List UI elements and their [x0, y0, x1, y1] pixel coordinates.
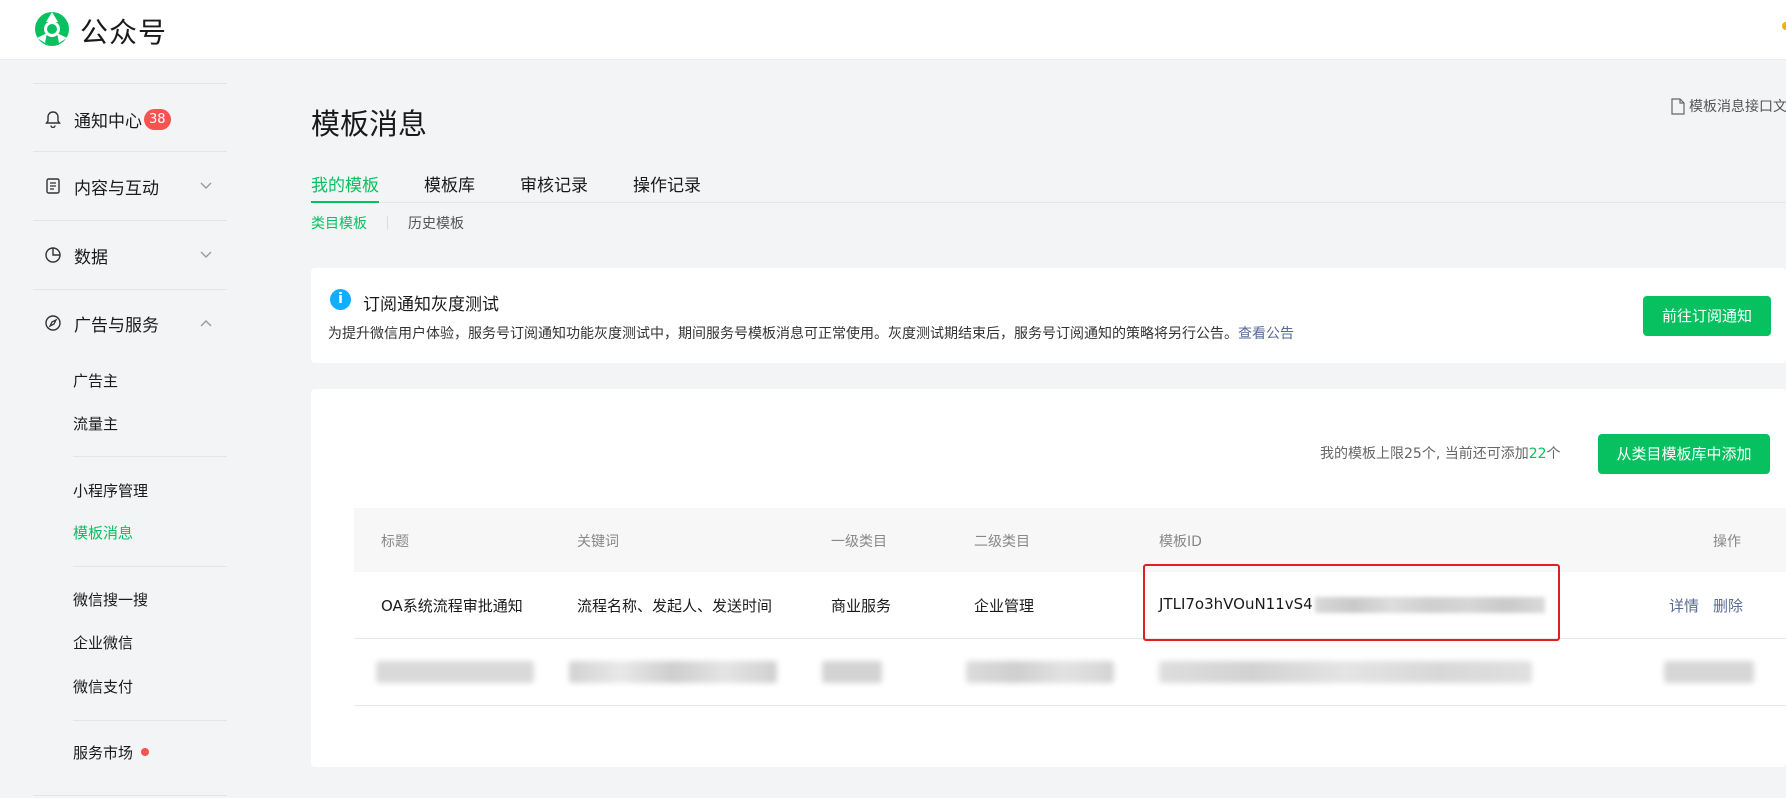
sidebar-item-label: 服务市场 [73, 743, 134, 762]
cell-category2: 企业管理 [974, 597, 1035, 615]
sidebar-item-content[interactable]: 内容与互动 [44, 171, 227, 201]
api-doc-link[interactable]: 模板消息接口文 [1671, 96, 1786, 116]
compass-icon [44, 314, 62, 332]
tab-review-records[interactable]: 审核记录 [520, 171, 588, 203]
sidebar-divider [73, 566, 227, 567]
limit-prefix: 我的模板上限25个, 当前还可添加 [1320, 446, 1529, 462]
bell-icon [44, 110, 62, 128]
logo-icon[interactable] [33, 10, 71, 48]
detail-link[interactable]: 详情 [1669, 595, 1699, 616]
sidebar-subitem-service-market[interactable]: 服务市场 [73, 740, 150, 764]
sidebar-subitem-publisher[interactable]: 流量主 [73, 411, 118, 435]
pie-chart-icon [44, 246, 62, 264]
sidebar-item-label: 内容与互动 [74, 178, 159, 199]
limit-count: 22 [1528, 446, 1547, 462]
sidebar-item-notifications[interactable]: 通知中心 38 [44, 104, 227, 134]
sidebar-item-label: 数据 [74, 247, 108, 268]
view-announcement-link[interactable]: 查看公告 [1238, 326, 1294, 342]
document-icon [44, 177, 62, 195]
template-id-text: JTLI7o3hVOuN11vS4 [1159, 595, 1313, 613]
column-header-keywords: 关键词 [577, 534, 619, 550]
column-header-category1: 一级类目 [831, 534, 887, 550]
notice-text: 为提升微信用户体验，服务号订阅通知功能灰度测试中，期间服务号模板消息可正常使用。… [328, 323, 1294, 343]
sidebar-divider [33, 83, 227, 84]
column-header-category2: 二级类目 [974, 534, 1030, 550]
info-icon: i [330, 289, 351, 310]
subtab-divider [387, 216, 388, 230]
sidebar-item-ads-services[interactable]: 广告与服务 [44, 308, 227, 338]
redacted-id-blur [1314, 596, 1545, 613]
notice-body: 为提升微信用户体验，服务号订阅通知功能灰度测试中，期间服务号模板消息可正常使用。… [328, 326, 1238, 342]
sidebar-subitem-template-message[interactable]: 模板消息 [73, 520, 133, 544]
redacted-cell [1664, 661, 1754, 683]
subtab-category-templates[interactable]: 类目模板 [311, 213, 367, 233]
cell-title: OA系统流程审批通知 [381, 597, 523, 615]
tab-my-templates[interactable]: 我的模板 [311, 171, 379, 203]
tab-bar: 我的模板 模板库 审核记录 操作记录 [311, 171, 1786, 203]
tab-operation-records[interactable]: 操作记录 [633, 171, 701, 203]
sidebar-item-label: 通知中心 [74, 111, 142, 132]
sidebar-subitem-wechat-pay[interactable]: 微信支付 [73, 674, 133, 698]
sidebar-subitem-wecom[interactable]: 企业微信 [73, 630, 133, 654]
subtab-bar: 类目模板 历史模板 [311, 212, 464, 234]
sidebar-divider [73, 720, 227, 721]
column-header-template-id: 模板ID [1159, 534, 1202, 550]
sidebar-divider [33, 795, 227, 796]
sidebar-subitem-advertiser[interactable]: 广告主 [73, 368, 118, 392]
sidebar-item-data[interactable]: 数据 [44, 240, 227, 270]
page-title: 模板消息 [311, 107, 428, 141]
table-row-redacted [354, 639, 1786, 706]
redacted-cell [569, 661, 777, 683]
table-header: 标题 关键词 一级类目 二级类目 模板ID 操作 [354, 508, 1786, 572]
brand-title: 公众号 [80, 16, 168, 49]
subtab-history-templates[interactable]: 历史模板 [408, 213, 464, 233]
sidebar-divider [33, 151, 227, 152]
notification-dot [1782, 22, 1786, 30]
redacted-cell [822, 661, 882, 683]
go-subscribe-button[interactable]: 前往订阅通知 [1643, 296, 1771, 336]
column-header-title: 标题 [381, 534, 409, 550]
chevron-down-icon [200, 251, 212, 258]
limit-suffix: 个 [1546, 446, 1561, 462]
column-header-actions: 操作 [1713, 534, 1741, 550]
table-row: OA系统流程审批通知 流程名称、发起人、发送时间 商业服务 企业管理 JTLI7… [354, 572, 1786, 639]
cell-category1: 商业服务 [831, 597, 892, 615]
top-bar: 公众号 [0, 0, 1786, 60]
redacted-cell [966, 661, 1114, 683]
notification-badge: 38 [144, 108, 171, 130]
cell-template-id[interactable]: JTLI7o3hVOuN11vS4 [1159, 595, 1545, 613]
sidebar-subitem-miniprogram[interactable]: 小程序管理 [73, 478, 148, 502]
new-indicator-dot [141, 748, 150, 756]
redacted-cell [376, 661, 534, 683]
sidebar-divider [73, 456, 227, 457]
sidebar-subitem-wechat-search[interactable]: 微信搜一搜 [73, 587, 148, 611]
add-from-library-button[interactable]: 从类目模板库中添加 [1598, 434, 1770, 474]
tab-template-library[interactable]: 模板库 [424, 171, 475, 203]
template-limit-text: 我的模板上限25个, 当前还可添加22个 [1320, 443, 1561, 463]
cell-keywords: 流程名称、发起人、发送时间 [577, 597, 773, 615]
chevron-down-icon [200, 182, 212, 189]
notice-title: 订阅通知灰度测试 [363, 295, 499, 315]
sidebar-divider [33, 289, 227, 290]
notice-card: i 订阅通知灰度测试 为提升微信用户体验，服务号订阅通知功能灰度测试中，期间服务… [311, 268, 1786, 363]
sidebar-item-label: 广告与服务 [74, 315, 159, 336]
chevron-up-icon [200, 320, 212, 327]
redacted-cell [1159, 661, 1532, 683]
api-doc-link-label: 模板消息接口文 [1689, 99, 1786, 115]
delete-link[interactable]: 删除 [1713, 595, 1743, 616]
file-icon [1671, 97, 1685, 115]
sidebar-divider [33, 220, 227, 221]
